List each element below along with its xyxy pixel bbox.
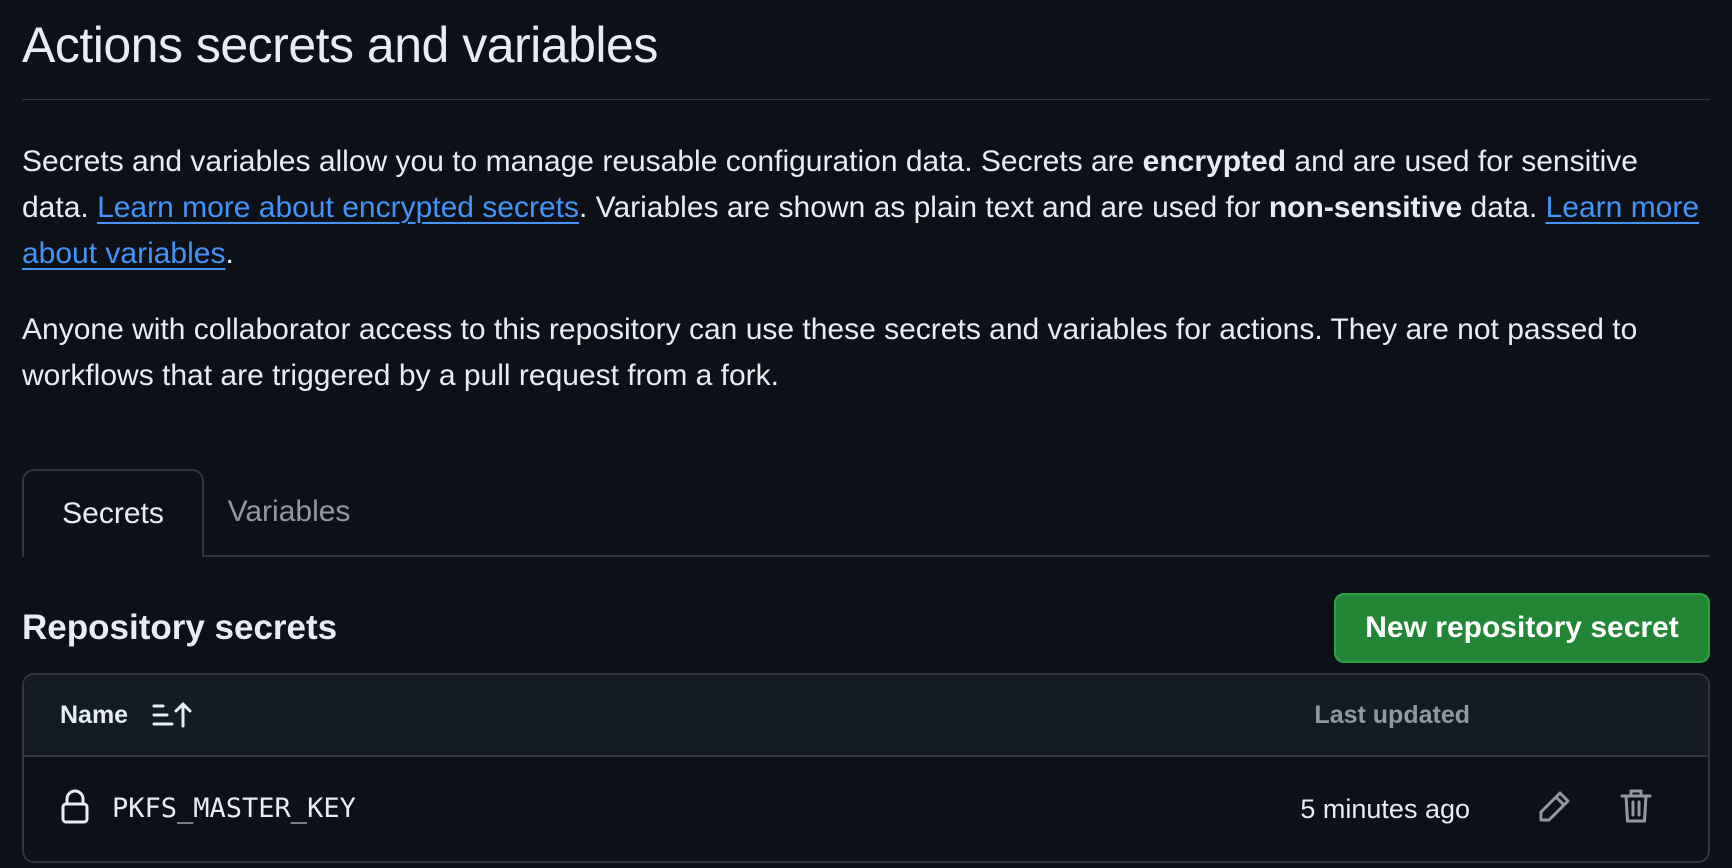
sort-ascending-icon[interactable] [152,701,192,729]
pencil-icon[interactable] [1538,789,1572,823]
page-content: Actions secrets and variables Secrets an… [22,0,1710,863]
intro-bold-non-sensitive: non-sensitive [1268,191,1463,224]
table-row: PKFS_MASTER_KEY 5 minutes ago [24,757,1708,861]
column-header-last-updated: Last updated [1314,701,1470,729]
secret-name: PKFS_MASTER_KEY [112,793,356,824]
intro-text-3: . Variables are shown as plain text and … [579,191,1269,224]
page-title: Actions secrets and variables [22,17,658,73]
learn-more-secrets-link[interactable]: Learn more about encrypted secrets [97,191,579,224]
repository-secrets-title: Repository secrets [22,608,338,647]
secrets-table: Name Last updated PKFS_MASTER_KEY 5 minu… [22,673,1710,863]
intro-text-4: data. [1462,191,1546,224]
intro-paragraph: Secrets and variables allow you to manag… [22,139,1710,277]
tab-bar: Secrets Variables [22,469,1710,557]
tab-variables[interactable]: Variables [204,469,374,555]
table-header: Name Last updated [24,675,1708,757]
collaborator-notice: Anyone with collaborator access to this … [22,313,1638,392]
tab-secrets[interactable]: Secrets [22,469,204,557]
secret-last-updated: 5 minutes ago [1300,794,1470,824]
column-header-name[interactable]: Name [60,675,128,755]
intro-text-1: Secrets and variables allow you to manag… [22,145,1143,178]
repository-secrets-header: Repository secrets New repository secret [22,593,1710,667]
lock-icon [61,789,89,824]
intro-text-5: . [225,237,234,270]
title-divider [22,99,1710,100]
new-repository-secret-button[interactable]: New repository secret [1334,593,1710,663]
intro-bold-encrypted: encrypted [1142,145,1287,178]
trash-icon[interactable] [1620,787,1652,825]
